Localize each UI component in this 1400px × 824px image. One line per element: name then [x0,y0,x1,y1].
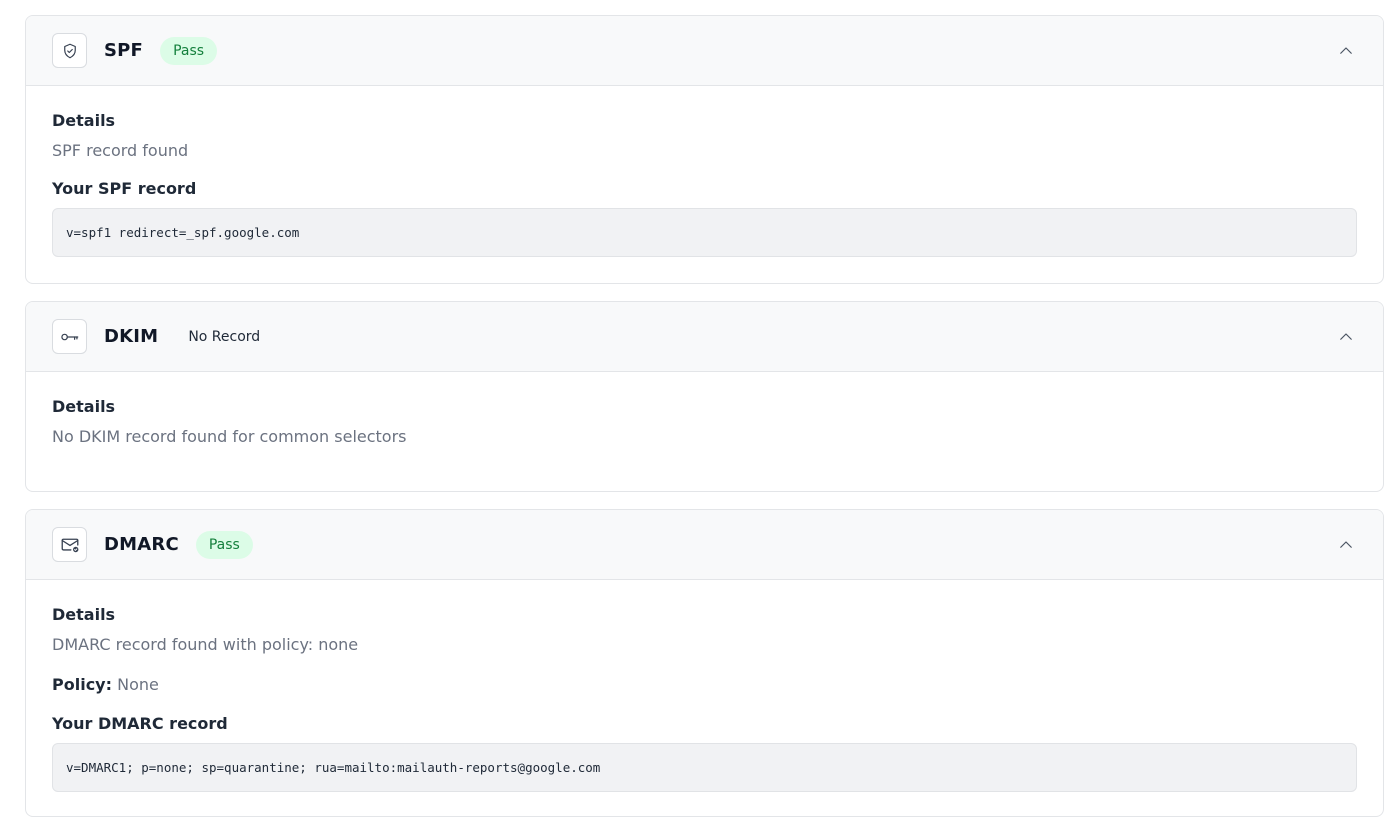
mail-check-icon [52,527,87,562]
dmarc-policy: Policy: None [52,674,1357,696]
spf-details-label: Details [52,111,116,130]
spf-status-badge: Pass [160,36,218,65]
dmarc-policy-value: None [117,675,159,694]
dmarc-card-header[interactable]: DMARC Pass [26,510,1383,580]
dkim-details-text: No DKIM record found for common selector… [52,427,407,446]
key-icon [52,319,87,354]
dmarc-title: DMARC [104,534,179,555]
dkim-card-body: Details No DKIM record found for common … [26,372,1383,448]
dmarc-details-label: Details [52,605,116,624]
dmarc-card-body: Details DMARC record found with policy: … [26,580,1383,792]
shield-check-icon [52,33,87,68]
spf-title: SPF [104,40,144,61]
dmarc-details-text: DMARC record found with policy: none [52,635,359,654]
dmarc-record-value: v=DMARC1; p=none; sp=quarantine; rua=mai… [52,743,1357,792]
dkim-title: DKIM [104,326,159,347]
chevron-up-icon[interactable] [1335,326,1357,348]
spf-card-header[interactable]: SPF Pass [26,16,1383,86]
spf-record-label: Your SPF record [52,179,197,198]
dmarc-status-badge: Pass [195,530,253,559]
spf-record-value: v=spf1 redirect=_spf.google.com [52,208,1357,257]
dkim-card-header[interactable]: DKIM No Record [26,302,1383,372]
spf-details-text: SPF record found [52,141,189,160]
dmarc-record-label: Your DMARC record [52,714,228,733]
dkim-status-badge: No Record [188,328,261,345]
dkim-card: DKIM No Record Details No DKIM record fo… [25,301,1384,492]
dkim-details-label: Details [52,397,116,416]
chevron-up-icon[interactable] [1335,40,1357,62]
dmarc-policy-label: Policy: [52,675,112,694]
dmarc-card: DMARC Pass Details DMARC record found wi… [25,509,1384,817]
chevron-up-icon[interactable] [1335,534,1357,556]
spf-card-body: Details SPF record found Your SPF record… [26,86,1383,257]
spf-card: SPF Pass Details SPF record found Your S… [25,15,1384,284]
